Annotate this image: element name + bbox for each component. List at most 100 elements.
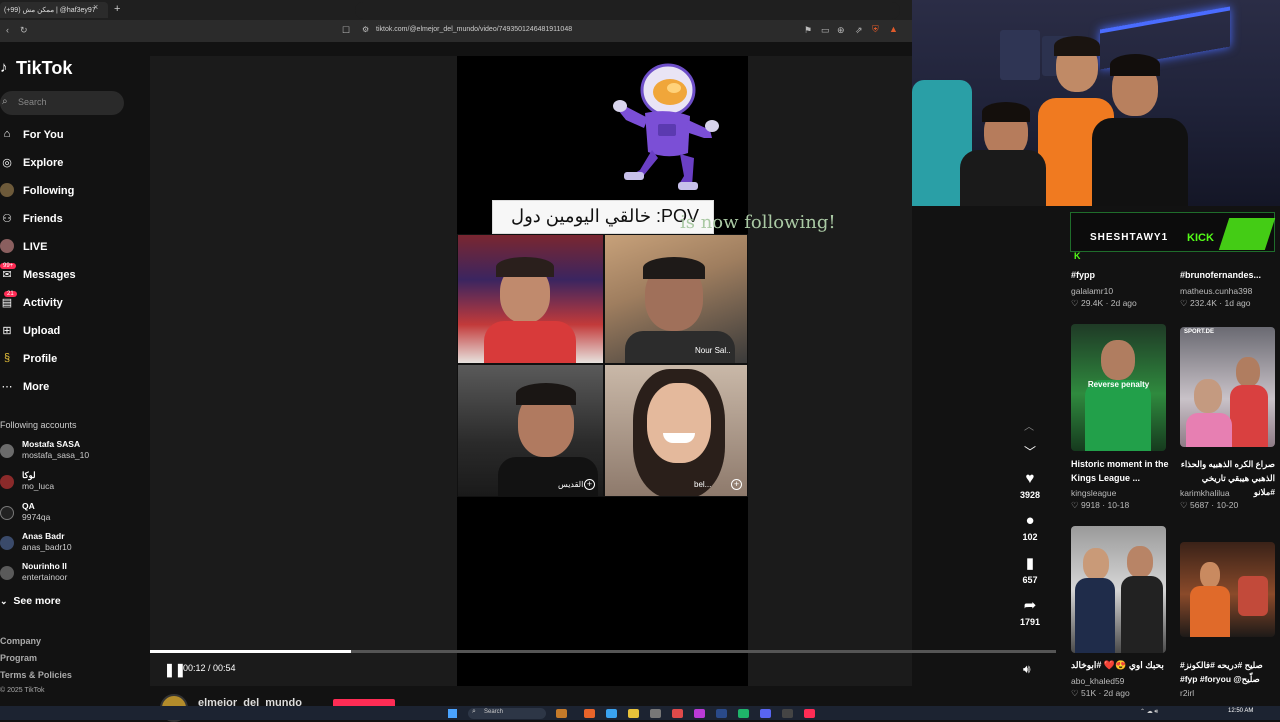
activity-icon: ▤	[1, 297, 13, 309]
nav-activity[interactable]: ▤ 21 Activity	[0, 291, 140, 314]
tiktok-logo-icon[interactable]: ♪	[0, 59, 8, 76]
rec-title[interactable]: #fypp	[1071, 268, 1171, 282]
nav-upload[interactable]: ⊞ Upload	[0, 322, 140, 342]
nav-more[interactable]: ⋯ More	[0, 378, 140, 398]
rec-user[interactable]: galalamr10	[1071, 286, 1113, 296]
tiktok-icon[interactable]	[804, 709, 815, 718]
comment-button[interactable]: ● 102	[1012, 512, 1048, 542]
account-item[interactable]: Nourinho II entertainoor	[0, 561, 140, 591]
chevron-down-icon[interactable]: ﹀	[1024, 443, 1036, 460]
account-item[interactable]: Mostafa SASA mostafa_sasa_10	[0, 439, 140, 469]
nav-for-you[interactable]: ⌂ For You	[0, 126, 140, 146]
close-tab-icon[interactable]: ×	[93, 2, 98, 12]
url-field[interactable]	[355, 2, 900, 19]
heart-icon: ♥	[1025, 470, 1035, 487]
app-icon[interactable]	[672, 709, 683, 718]
rec-thumbnail[interactable]: Reverse penalty	[1071, 324, 1166, 451]
footer-program[interactable]: Program	[0, 653, 37, 663]
account-item[interactable]: Anas Badr anas_badr10	[0, 531, 140, 561]
rec-title[interactable]: بحبك اوي 😍❤️ #ابوخالد	[1071, 658, 1171, 672]
new-tab-button[interactable]: +	[114, 3, 120, 15]
app-icon[interactable]	[738, 709, 749, 718]
taskbar-search[interactable]	[468, 708, 546, 719]
rec-thumbnail[interactable]	[1180, 542, 1275, 637]
add-icon[interactable]: +	[731, 479, 742, 490]
share-button[interactable]: ➦ 1791	[1012, 596, 1048, 627]
footer-terms[interactable]: Terms & Policies	[0, 670, 72, 680]
app-icon[interactable]	[606, 709, 617, 718]
nav-friends[interactable]: ⚇ Friends	[0, 210, 140, 230]
account-name: Anas Badr	[22, 531, 65, 541]
app-icon[interactable]	[694, 709, 705, 718]
following-icon	[0, 183, 14, 197]
rec-views: 29.4K	[1080, 298, 1104, 308]
rec-user[interactable]: matheus.cunha398	[1180, 286, 1252, 296]
store-icon[interactable]	[650, 709, 661, 718]
back-icon[interactable]: ‹	[6, 25, 9, 35]
tiktok-logo[interactable]: TikTok	[16, 58, 72, 79]
cast-icon[interactable]: ▭	[821, 25, 830, 36]
rec-thumbnail[interactable]	[1071, 526, 1166, 653]
nav-label: Messages	[23, 269, 76, 281]
account-item[interactable]: لوكا mo_luca	[0, 470, 140, 500]
extension-icon[interactable]: ⚑	[804, 25, 812, 36]
save-button[interactable]: ▮ 657	[1012, 554, 1048, 585]
brave-rewards-icon[interactable]: ▲	[889, 24, 898, 34]
tray-icons[interactable]: ⌃ ☁ 🔊︎	[1140, 708, 1158, 716]
avatar	[0, 536, 14, 550]
brave-icon[interactable]	[584, 709, 595, 718]
rec-thumbnail[interactable]: SPORT.DE	[1180, 327, 1275, 447]
nav-messages[interactable]: ✉ 99+ Messages	[0, 263, 140, 286]
like-button[interactable]: ♥ 3928	[1012, 470, 1048, 500]
kick-logo-icon: K	[1074, 251, 1081, 261]
more-icon: ⋯	[1, 381, 13, 393]
nav-label: LIVE	[23, 241, 48, 253]
chevron-up-icon[interactable]: ︿	[1024, 418, 1034, 433]
taskbar	[0, 706, 1280, 720]
brave-shield-icon[interactable]: ⛨	[872, 24, 879, 35]
pov-caption: خالقي اليومين دول :POV	[511, 206, 699, 226]
add-icon[interactable]: +	[584, 479, 595, 490]
steam-icon[interactable]	[716, 709, 727, 718]
browser-tab[interactable]: (+99) ممكن مش | @haf3ey97	[0, 2, 108, 18]
account-name: لوكا	[22, 470, 36, 480]
volume-icon[interactable]: 🔊︎	[1023, 662, 1031, 677]
nav-label: More	[23, 381, 50, 393]
discord-icon[interactable]	[760, 709, 771, 718]
like-count: 3928	[1019, 490, 1041, 500]
rec-title[interactable]: #صليح #دريحه #فالكونز #fyp #foryou @صلّي…	[1180, 658, 1275, 686]
rec-meta: ♡ 9918 · 10-18	[1071, 500, 1130, 510]
nav-following[interactable]: Following	[0, 182, 140, 202]
widgets-icon[interactable]	[556, 709, 567, 718]
upload-icon: ⊞	[2, 325, 12, 337]
site-info-icon[interactable]: ⚙	[362, 25, 369, 34]
nav-profile[interactable]: § Profile	[0, 350, 140, 370]
rec-user[interactable]: kingsleague	[1071, 488, 1116, 498]
rec-title[interactable]: #brunofernandes...	[1180, 268, 1280, 282]
nav-live[interactable]: LIVE	[0, 238, 140, 258]
clock: 12:50 AM	[1228, 708, 1254, 714]
rec-user[interactable]: r2irl	[1180, 688, 1194, 698]
rec-user[interactable]: karimkhalilua	[1180, 488, 1230, 498]
rec-title[interactable]: Historic moment in the Kings League ...	[1071, 457, 1171, 485]
windows-start-icon[interactable]	[448, 709, 457, 718]
rec-date: 10-18	[1107, 500, 1130, 510]
rec-views: 51K	[1080, 688, 1097, 698]
share-icon[interactable]: ⇗	[855, 25, 863, 36]
account-item[interactable]: QA 9974qa	[0, 501, 140, 531]
messages-icon: ✉	[2, 269, 12, 281]
nav-explore[interactable]: ◎ Explore	[0, 154, 140, 174]
footer-company[interactable]: Company	[0, 636, 41, 646]
zoom-icon[interactable]: ⊕	[837, 25, 845, 36]
bookmark-icon[interactable]: ☐	[342, 25, 350, 36]
file-explorer-icon[interactable]	[628, 709, 639, 718]
account-handle: mostafa_sasa_10	[22, 450, 90, 460]
see-more-button[interactable]: ⌄ See more	[0, 595, 61, 607]
nav-label: Upload	[23, 325, 61, 337]
profile-icon: §	[3, 352, 11, 364]
search-icon: ⌕	[472, 708, 476, 715]
obs-icon[interactable]	[782, 709, 793, 718]
reload-icon[interactable]: ↻	[20, 25, 28, 36]
following-accounts-title: Following accounts	[0, 420, 77, 430]
rec-user[interactable]: abo_khaled59	[1071, 676, 1124, 686]
